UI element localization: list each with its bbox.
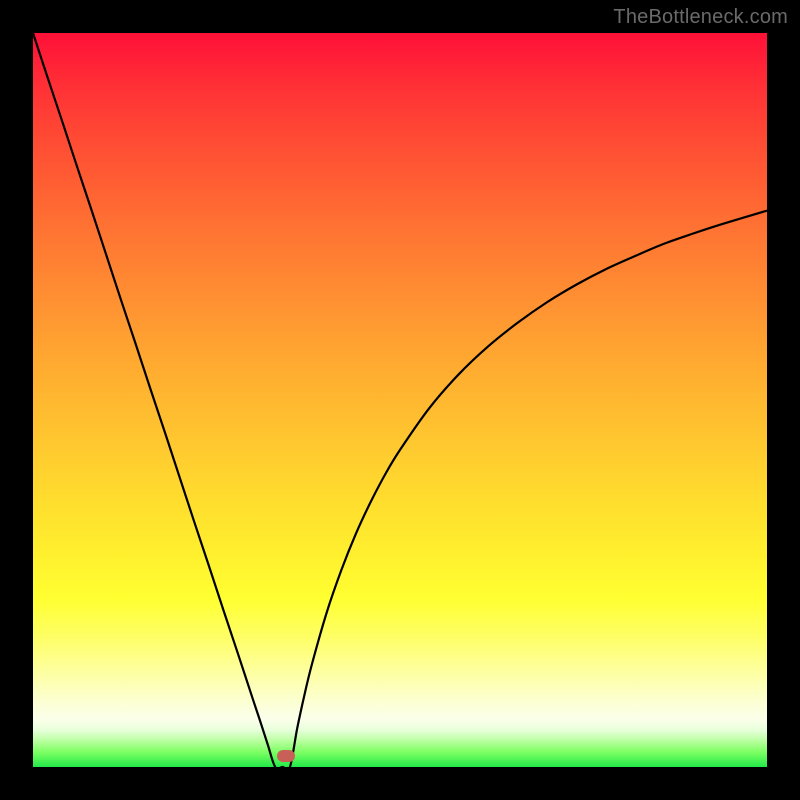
watermark-text: TheBottleneck.com	[613, 6, 788, 29]
bottleneck-curve	[33, 33, 767, 767]
chart-frame: TheBottleneck.com	[0, 0, 800, 800]
optimal-point-marker	[277, 750, 295, 762]
plot-area	[33, 33, 767, 767]
